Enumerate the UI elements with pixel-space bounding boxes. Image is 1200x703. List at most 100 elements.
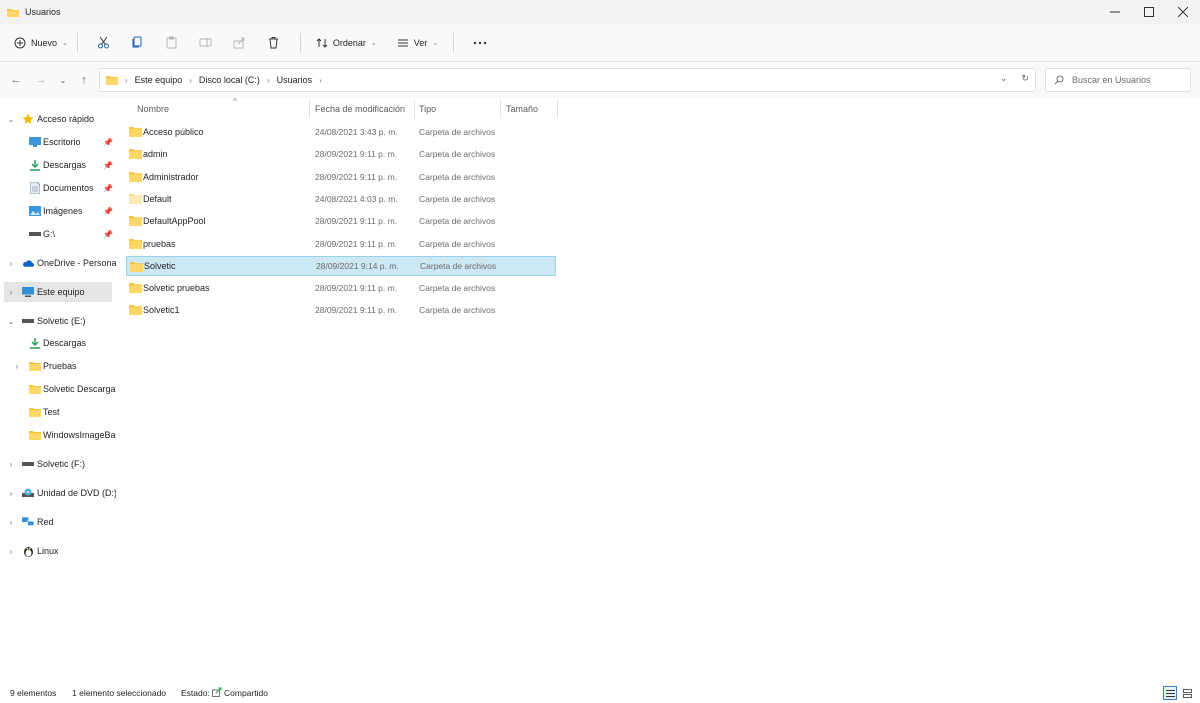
chevron-down-icon[interactable]: ⌄ bbox=[6, 317, 16, 326]
refresh-button[interactable]: ↻ bbox=[1021, 73, 1029, 84]
address-bar[interactable]: › Este equipo › Disco local (C:) › Usuar… bbox=[99, 68, 1036, 92]
sidebar-item-solvetic-descargas[interactable]: Solvetic Descargas bbox=[0, 379, 116, 399]
delete-button[interactable] bbox=[257, 30, 291, 56]
address-history-button[interactable]: ⌄ bbox=[1000, 73, 1008, 84]
state-value: Compartido bbox=[224, 688, 268, 698]
breadcrumb-separator[interactable]: › bbox=[189, 76, 192, 85]
file-name: pruebas bbox=[143, 238, 176, 249]
file-row[interactable]: Administrador 28/09/2021 9:11 p. m. Carpet… bbox=[126, 167, 556, 187]
close-button[interactable] bbox=[1166, 0, 1200, 24]
column-header-type[interactable]: Tipo bbox=[419, 98, 499, 120]
minimize-button[interactable] bbox=[1098, 0, 1132, 24]
breadcrumb-separator[interactable]: › bbox=[267, 76, 270, 85]
chevron-down-icon: ⌄ bbox=[370, 39, 377, 47]
new-button-label: Nuevo bbox=[31, 37, 58, 48]
paste-button[interactable] bbox=[155, 30, 189, 56]
folder-icon bbox=[129, 193, 142, 206]
sidebar-item-e-downloads[interactable]: Descargas bbox=[0, 333, 116, 353]
search-input[interactable] bbox=[1072, 75, 1182, 85]
details-view-button[interactable] bbox=[1163, 686, 1177, 700]
sidebar-item-pruebas[interactable]: › Pruebas bbox=[0, 356, 116, 376]
file-row[interactable]: Acceso público 24/08/2021 3:43 p. m. Carpe… bbox=[126, 122, 556, 142]
sidebar-item-documents[interactable]: Documentos 📌 bbox=[0, 178, 116, 198]
sidebar-item-network[interactable]: › Red bbox=[0, 512, 116, 532]
file-row[interactable]: Solvetic pruebas 28/09/2021 9:11 p. m. Car… bbox=[126, 278, 556, 298]
column-header-label: Fecha de modificación bbox=[315, 104, 406, 114]
sidebar-item-label: Unidad de DVD (D:) bbox=[37, 488, 116, 498]
column-divider[interactable] bbox=[557, 100, 558, 118]
ellipsis-icon bbox=[473, 41, 487, 44]
sidebar-item-this-pc[interactable]: › Este equipo bbox=[4, 282, 112, 302]
sidebar-item-pictures[interactable]: Imágenes 📌 bbox=[0, 201, 116, 221]
sidebar-item-downloads[interactable]: Descargas 📌 bbox=[0, 155, 116, 175]
maximize-button[interactable] bbox=[1132, 0, 1166, 24]
view-button[interactable]: Ver ⌄ bbox=[391, 30, 444, 56]
address-actions: ⌄ ↻ bbox=[1000, 73, 1029, 84]
chevron-right-icon[interactable]: › bbox=[6, 288, 16, 297]
chevron-right-icon[interactable]: › bbox=[12, 362, 22, 371]
sidebar-item-onedrive[interactable]: › OneDrive - Personal bbox=[0, 253, 116, 273]
more-options-button[interactable] bbox=[463, 30, 497, 56]
sidebar-item-solvetic-e[interactable]: ⌄ Solvetic (E:) bbox=[0, 311, 116, 331]
breadcrumb-usuarios[interactable]: Usuarios bbox=[277, 75, 313, 85]
pin-icon: 📌 bbox=[103, 183, 113, 193]
sidebar-item-solvetic-f[interactable]: › Solvetic (F:) bbox=[0, 454, 116, 474]
file-row[interactable]: pruebas 28/09/2021 9:11 p. m. Carpeta de a… bbox=[126, 234, 556, 254]
share-button[interactable] bbox=[223, 30, 257, 56]
download-icon bbox=[29, 159, 41, 171]
column-header-size[interactable]: Tamaño bbox=[506, 98, 556, 120]
file-type: Carpeta de archivos bbox=[419, 283, 496, 294]
breadcrumb-separator: › bbox=[125, 75, 128, 85]
refresh-icon: ↻ bbox=[1021, 73, 1029, 83]
forward-button[interactable]: → bbox=[33, 72, 49, 88]
sidebar-item-label: Solvetic Descargas bbox=[43, 384, 116, 394]
sidebar-item-desktop[interactable]: Escritorio 📌 bbox=[0, 132, 116, 152]
sidebar-item-linux[interactable]: › Linux bbox=[0, 541, 116, 561]
file-row[interactable]: Default 24/08/2021 4:03 p. m. Carpeta de a… bbox=[126, 189, 556, 209]
chevron-right-icon[interactable]: › bbox=[6, 489, 16, 498]
toolbar-divider bbox=[76, 32, 78, 53]
chevron-right-icon[interactable]: › bbox=[6, 460, 16, 469]
breadcrumb-disco-local[interactable]: Disco local (C:) bbox=[199, 75, 260, 85]
column-header-date[interactable]: Fecha de modificación bbox=[315, 98, 415, 120]
sidebar-item-quick-access[interactable]: ⌄ Acceso rápido bbox=[0, 109, 116, 129]
pin-icon: 📌 bbox=[103, 229, 113, 239]
selection-count: 1 elemento seleccionado bbox=[72, 688, 167, 698]
tiles-view-button[interactable] bbox=[1180, 686, 1194, 700]
file-row[interactable]: DefaultAppPool 28/09/2021 9:11 p. m. Carpe… bbox=[126, 211, 556, 231]
file-row[interactable]: Solvetic1 28/09/2021 9:11 p. m. Carpeta de… bbox=[126, 300, 556, 320]
rename-button[interactable] bbox=[189, 30, 223, 56]
sidebar-item-label: Este equipo bbox=[37, 287, 85, 297]
sidebar-item-dvd[interactable]: › Unidad de DVD (D:) bbox=[0, 483, 116, 503]
back-button[interactable]: ← bbox=[8, 72, 24, 88]
sidebar-item-test[interactable]: Test bbox=[0, 402, 116, 422]
new-button[interactable]: Nuevo ⌄ bbox=[14, 30, 68, 56]
search-box[interactable] bbox=[1045, 68, 1191, 92]
chevron-right-icon[interactable]: › bbox=[6, 518, 16, 527]
sidebar-item-label: OneDrive - Personal bbox=[37, 258, 116, 268]
sort-button[interactable]: Ordenar ⌄ bbox=[310, 30, 383, 56]
folder-icon bbox=[129, 171, 142, 184]
item-count: 9 elementos bbox=[10, 688, 57, 698]
file-name: Administrador bbox=[143, 171, 199, 182]
sidebar-item-g-drive[interactable]: G:\ 📌 bbox=[0, 224, 116, 244]
file-row[interactable]: admin 28/09/2021 9:11 p. m. Carpeta de arc… bbox=[126, 144, 556, 164]
up-button[interactable]: ↑ bbox=[76, 72, 92, 88]
breadcrumb-separator[interactable]: › bbox=[319, 76, 322, 85]
cut-button[interactable] bbox=[87, 30, 121, 56]
maximize-icon bbox=[1144, 7, 1154, 17]
recent-locations-button[interactable]: ⌄ bbox=[55, 72, 71, 88]
breadcrumb-este-equipo[interactable]: Este equipo bbox=[135, 75, 183, 85]
close-icon bbox=[1178, 7, 1188, 17]
column-header-name[interactable]: Nombre ^ bbox=[137, 97, 312, 120]
chevron-right-icon[interactable]: › bbox=[6, 259, 16, 268]
column-divider[interactable] bbox=[309, 100, 310, 118]
column-divider[interactable] bbox=[500, 100, 501, 118]
chevron-down-icon[interactable]: ⌄ bbox=[6, 115, 16, 124]
drive-icon bbox=[29, 228, 41, 240]
file-row[interactable]: Solvetic 28/09/2021 9:14 p. m. Carpeta de … bbox=[126, 255, 556, 276]
sidebar-item-windowsimagebackup[interactable]: WindowsImageBac bbox=[0, 425, 116, 445]
chevron-right-icon[interactable]: › bbox=[6, 547, 16, 556]
copy-button[interactable] bbox=[121, 30, 155, 56]
column-divider[interactable] bbox=[414, 100, 415, 118]
